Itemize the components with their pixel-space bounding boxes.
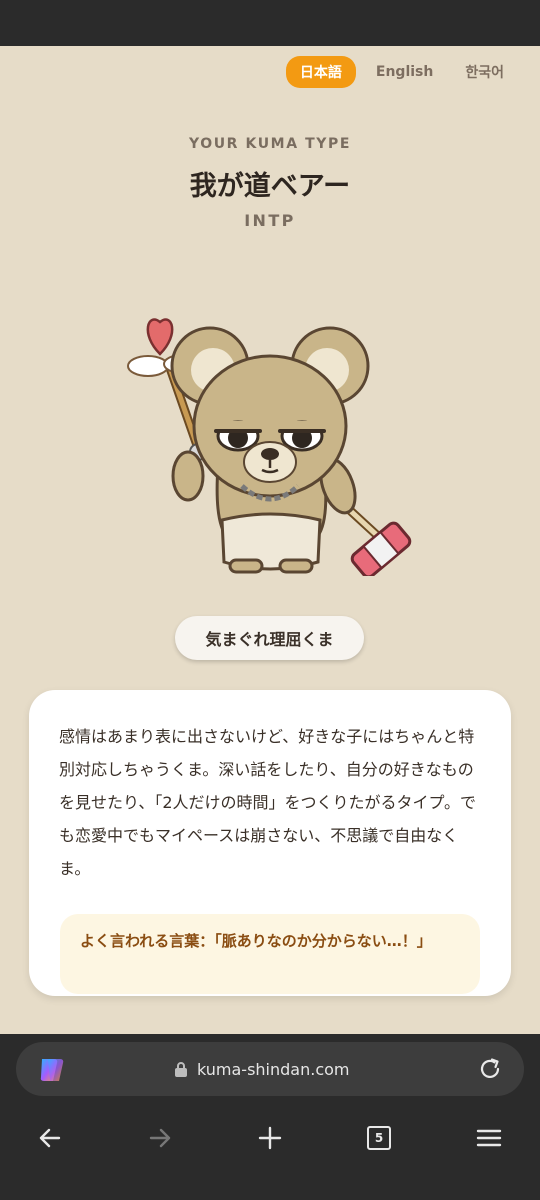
forward-button[interactable] xyxy=(140,1118,180,1158)
lock-icon xyxy=(175,1062,187,1077)
status-bar xyxy=(0,0,540,46)
language-switcher: 日本語 English 한국어 xyxy=(285,56,516,88)
new-tab-button[interactable] xyxy=(250,1118,290,1158)
result-kicker: YOUR KUMA TYPE xyxy=(188,136,352,152)
url-text[interactable]: kuma-shindan.com xyxy=(197,1060,350,1079)
address-bar[interactable]: kuma-shindan.com xyxy=(16,1042,524,1096)
lang-korean[interactable]: 한국어 xyxy=(453,56,516,88)
back-arrow-icon xyxy=(39,1128,61,1148)
forward-arrow-icon xyxy=(149,1128,171,1148)
bear-illustration xyxy=(118,276,418,579)
nickname-badge: 気まぐれ理屈くま xyxy=(175,616,364,660)
tabs-icon: 5 xyxy=(367,1126,391,1150)
tabs-button[interactable]: 5 xyxy=(359,1118,399,1158)
description-card: 感情はあまり表に出さないけど、好きな子にはちゃんと特別対応しちゃうくま。深い話を… xyxy=(29,690,511,996)
type-name: 我が道ベアー xyxy=(189,171,351,202)
menu-icon xyxy=(476,1129,502,1147)
browser-chrome: kuma-shindan.com 5 xyxy=(0,1034,540,1200)
lang-japanese[interactable]: 日本語 xyxy=(285,56,356,88)
reload-icon[interactable] xyxy=(478,1057,502,1081)
type-description: 感情はあまり表に出さないけど、好きな子にはちゃんと特別対応しちゃうくま。深い話を… xyxy=(59,727,477,878)
result-page: 日本語 English 한국어 YOUR KUMA TYPE 我が道ベアー IN… xyxy=(0,46,540,1034)
quote-box: よく言われる言葉：「脈ありなのか分からない…！」 xyxy=(60,914,480,994)
quote-text: よく言われる言葉：「脈ありなのか分からない…！」 xyxy=(80,932,432,950)
browser-toolbar: 5 xyxy=(0,1118,540,1158)
plus-icon xyxy=(258,1126,282,1150)
menu-button[interactable] xyxy=(469,1118,509,1158)
copilot-icon[interactable] xyxy=(36,1055,66,1085)
type-code: INTP xyxy=(244,211,296,230)
lang-english[interactable]: English xyxy=(364,58,445,86)
back-button[interactable] xyxy=(30,1118,70,1158)
